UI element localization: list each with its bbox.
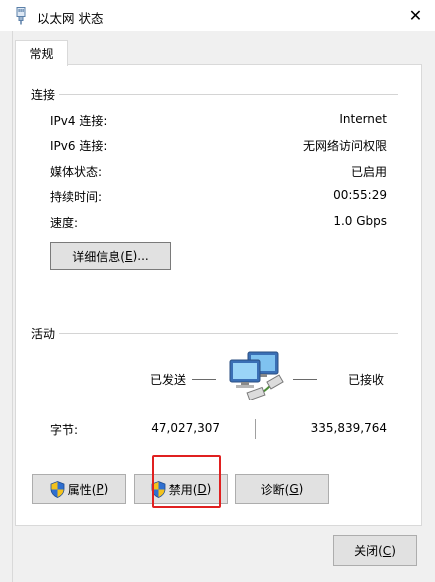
ethernet-adapter-icon <box>16 7 26 25</box>
sent-line <box>192 379 216 380</box>
connection-group-line <box>52 94 398 95</box>
bytes-separator <box>255 419 256 439</box>
network-computers-icon <box>229 351 284 400</box>
duration-label: 持续时间: <box>50 190 103 204</box>
properties-button-text: 属性( <box>67 482 97 497</box>
connection-section-title: 连接 <box>31 86 60 103</box>
tab-general[interactable]: 常规 <box>15 40 68 66</box>
bytes-received-value: 335,839,764 <box>310 421 387 435</box>
details-button-key: E <box>124 249 133 263</box>
ipv6-label: IPv6 连接: <box>50 139 108 153</box>
speed-label: 速度: <box>50 216 79 230</box>
uac-shield-icon <box>50 480 65 498</box>
ipv4-value: Internet <box>339 112 387 126</box>
highlight-annotation-box <box>152 455 221 508</box>
window-title: 以太网 状态 <box>37 11 104 26</box>
sent-label: 已发送 <box>150 373 187 387</box>
bytes-sent-value: 47,027,307 <box>151 421 220 435</box>
received-line <box>293 379 317 380</box>
details-button[interactable]: 详细信息(E)... <box>50 242 171 270</box>
activity-group-line <box>52 333 398 334</box>
diagnose-button-text: 诊断( <box>260 482 290 497</box>
bytes-label: 字节: <box>50 423 79 437</box>
media-state-label: 媒体状态: <box>50 165 103 179</box>
speed-value: 1.0 Gbps <box>333 214 387 228</box>
close-button-suffix: ) <box>391 543 396 558</box>
close-dialog-button[interactable]: 关闭(C) <box>333 535 417 566</box>
properties-button-key: P <box>96 482 104 496</box>
close-button-key: C <box>382 543 392 558</box>
properties-button-suffix: ) <box>103 482 109 496</box>
details-button-suffix: )... <box>132 249 149 263</box>
close-window-button[interactable]: ✕ <box>396 0 435 31</box>
ipv4-label: IPv4 连接: <box>50 114 108 128</box>
background-window-edge <box>0 31 13 582</box>
diagnose-button-key: G <box>289 482 299 496</box>
duration-value: 00:55:29 <box>333 188 387 202</box>
diagnose-button-suffix: ) <box>298 482 304 496</box>
activity-section-title: 活动 <box>31 325 60 342</box>
close-button-text: 关闭( <box>354 544 383 558</box>
details-button-text: 详细信息( <box>72 249 125 264</box>
ipv6-value: 无网络访问权限 <box>302 139 387 153</box>
media-state-value: 已启用 <box>350 165 387 179</box>
properties-button[interactable]: 属性(P) <box>32 474 126 504</box>
received-label: 已接收 <box>348 373 385 387</box>
diagnose-button[interactable]: 诊断(G) <box>235 474 329 504</box>
